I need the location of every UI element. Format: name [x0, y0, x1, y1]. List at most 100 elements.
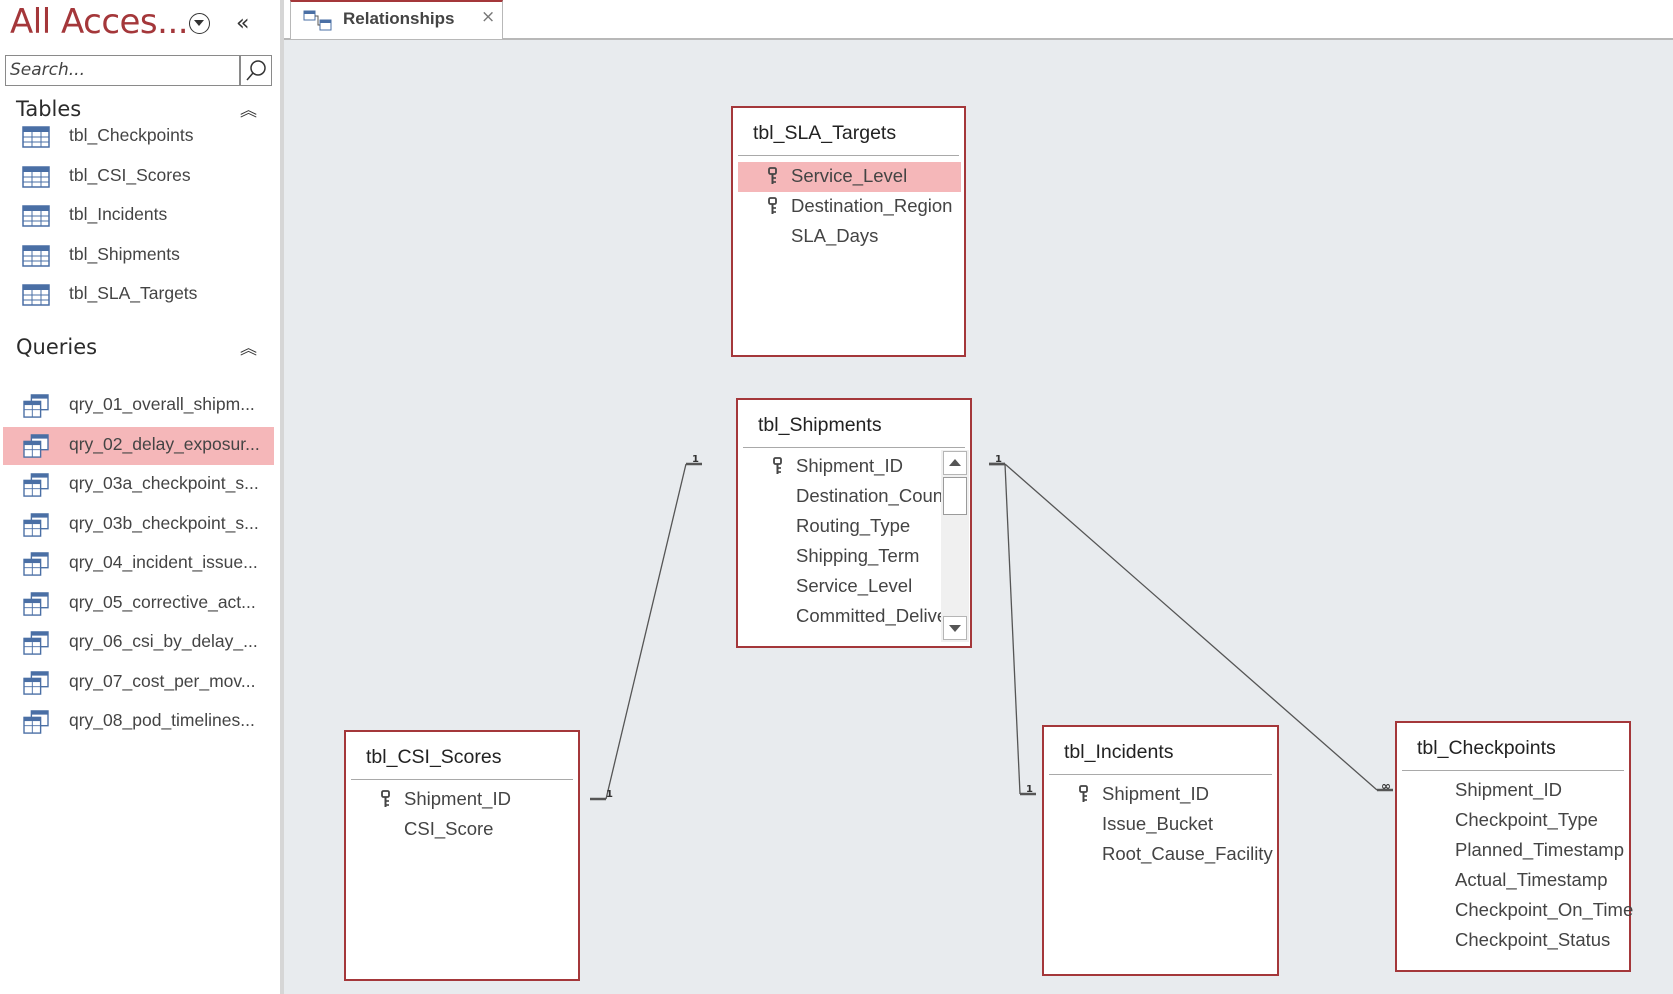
field-name: Checkpoint_Type — [1455, 809, 1598, 830]
query-item[interactable]: qry_07_cost_per_mov... — [3, 664, 274, 702]
primary-key-icon — [1079, 785, 1088, 802]
query-item[interactable]: qry_08_pod_timelines... — [3, 703, 274, 741]
query-icon — [23, 394, 49, 418]
field-row[interactable]: Service_Level — [743, 572, 939, 602]
field-name: Checkpoint_On_Time — [1455, 899, 1634, 920]
search-button[interactable] — [240, 55, 272, 86]
query-item-label: qry_07_cost_per_mov... — [69, 670, 256, 691]
relationships-icon — [303, 10, 332, 31]
field-name: Planned_Timestamp — [1455, 839, 1624, 860]
table-item[interactable]: tbl_CSI_Scores — [3, 158, 274, 196]
divider — [351, 779, 573, 780]
field-row[interactable]: CSI_Score — [351, 815, 575, 845]
field-name: Issue_Bucket — [1102, 813, 1214, 834]
query-item[interactable]: qry_01_overall_shipm... — [3, 387, 274, 425]
field-name: Destination_Count — [796, 485, 949, 506]
nav-pane-title[interactable]: All Acces... — [10, 2, 189, 42]
tab-relationships-label: Relationships — [343, 9, 455, 28]
query-item-label: qry_03b_checkpoint_s... — [69, 512, 259, 533]
field-name: Root_Cause_Facility — [1102, 843, 1273, 864]
field-row[interactable]: Service_Level — [738, 162, 961, 192]
field-row[interactable]: Planned_Timestamp — [1402, 836, 1626, 866]
field-name: Shipment_ID — [404, 788, 511, 809]
divider — [738, 155, 959, 156]
table-window-checkpoints[interactable]: tbl_Checkpoints Shipment_ID Checkpoint_Ty… — [1395, 721, 1633, 972]
query-item[interactable]: qry_03a_checkpoint_s... — [3, 466, 274, 504]
table-title[interactable]: tbl_Incidents — [1064, 741, 1174, 764]
table-window-shipments[interactable]: tbl_Shipments Shipment_ID Destination_Cou… — [736, 398, 972, 648]
tab-relationships[interactable]: Relationships × — [290, 0, 503, 39]
field-row[interactable]: Routing_Type — [743, 512, 939, 542]
query-icon — [23, 710, 49, 734]
field-name: Service_Level — [796, 575, 913, 596]
table-icon — [22, 126, 50, 148]
scroll-up-icon[interactable] — [943, 451, 967, 475]
cardinality-one-label: 1 — [692, 454, 699, 465]
table-title[interactable]: tbl_Checkpoints — [1417, 737, 1556, 760]
query-item[interactable]: qry_04_incident_issue... — [3, 545, 274, 583]
query-item[interactable]: qry_05_corrective_act... — [3, 585, 274, 623]
scrollbar-thumb[interactable] — [943, 477, 967, 515]
table-window-incidents[interactable]: tbl_Incidents Shipment_ID Issue_Bucket Roo… — [1042, 725, 1279, 976]
query-item[interactable]: qry_06_csi_by_delay_... — [3, 624, 274, 662]
field-row[interactable]: Shipment_ID — [351, 785, 575, 815]
relationship-shipments-incidents[interactable] — [989, 462, 1036, 796]
table-title[interactable]: tbl_Shipments — [758, 414, 882, 437]
table-item[interactable]: tbl_Shipments — [3, 237, 274, 275]
table-item[interactable]: tbl_SLA_Targets — [3, 276, 274, 314]
cardinality-one-label: 1 — [1026, 784, 1033, 795]
primary-key-icon — [773, 457, 782, 474]
field-name: Committed_Deliver — [796, 605, 954, 626]
field-name: CSI_Score — [404, 818, 494, 839]
collapse-pane-icon[interactable]: « — [236, 12, 249, 36]
table-title[interactable]: tbl_CSI_Scores — [366, 746, 501, 769]
query-item-label: qry_04_incident_issue... — [69, 552, 258, 572]
field-row[interactable]: Destination_Region — [738, 192, 961, 222]
query-item-label: qry_02_delay_exposur... — [69, 433, 260, 454]
field-row[interactable]: Checkpoint_Status — [1402, 926, 1626, 956]
query-icon — [23, 512, 49, 537]
nav-menu-dropdown-icon[interactable] — [189, 13, 210, 34]
field-row[interactable]: SLA_Days — [738, 222, 961, 252]
field-row[interactable]: Destination_Count — [743, 482, 948, 512]
query-item-label: qry_08_pod_timelines... — [69, 710, 255, 730]
field-list-scrollbar[interactable] — [941, 450, 969, 642]
field-row[interactable]: Committed_Deliver — [743, 602, 953, 632]
table-item-label: tbl_SLA_Targets — [69, 283, 198, 303]
table-window-csi-scores[interactable]: tbl_CSI_Scores Shipment_ID CSI_Score — [344, 730, 580, 981]
divider — [1402, 770, 1624, 771]
relationship-shipments-csi[interactable] — [590, 462, 702, 801]
field-name: Checkpoint_Status — [1455, 929, 1611, 950]
field-name: Service_Level — [791, 165, 908, 186]
query-item[interactable]: qry_03b_checkpoint_s... — [3, 506, 274, 544]
query-item-label: qry_03a_checkpoint_s... — [69, 473, 259, 493]
table-item[interactable]: tbl_Checkpoints — [3, 118, 274, 156]
field-row[interactable]: Checkpoint_Type — [1402, 806, 1626, 836]
queries-section-header[interactable]: Queries — [16, 335, 97, 359]
query-item-label: qry_06_csi_by_delay_... — [69, 631, 258, 651]
field-row[interactable]: Shipment_ID — [743, 452, 939, 482]
query-icon — [23, 670, 49, 695]
cardinality-one-label: 1 — [606, 789, 613, 800]
field-row[interactable]: Root_Cause_Facility — [1049, 840, 1274, 870]
field-row[interactable]: Actual_Timestamp — [1402, 866, 1626, 896]
field-row[interactable]: Shipping_Term — [743, 542, 939, 572]
field-row[interactable]: Issue_Bucket — [1049, 810, 1274, 840]
query-icon — [23, 433, 49, 458]
query-item-label: qry_01_overall_shipm... — [69, 394, 255, 414]
table-item[interactable]: tbl_Incidents — [3, 197, 274, 235]
field-row[interactable]: Checkpoint_On_Time — [1402, 896, 1633, 926]
table-icon — [22, 284, 50, 306]
close-tab-icon[interactable]: × — [481, 7, 495, 27]
collapse-queries-icon[interactable]: ︽ — [240, 334, 257, 359]
table-window-sla-targets[interactable]: tbl_SLA_Targets Service_Level Destination… — [731, 106, 966, 357]
scroll-down-icon[interactable] — [943, 616, 967, 640]
field-name: Routing_Type — [796, 515, 911, 536]
cardinality-many-label: ∞ — [1381, 779, 1391, 793]
field-name: SLA_Days — [791, 225, 879, 246]
query-item[interactable]: qry_02_delay_exposur... — [3, 426, 274, 465]
search-input[interactable]: Search... — [5, 55, 240, 86]
table-title[interactable]: tbl_SLA_Targets — [753, 122, 896, 145]
field-row[interactable]: Shipment_ID — [1402, 776, 1626, 806]
field-row[interactable]: Shipment_ID — [1049, 780, 1274, 810]
